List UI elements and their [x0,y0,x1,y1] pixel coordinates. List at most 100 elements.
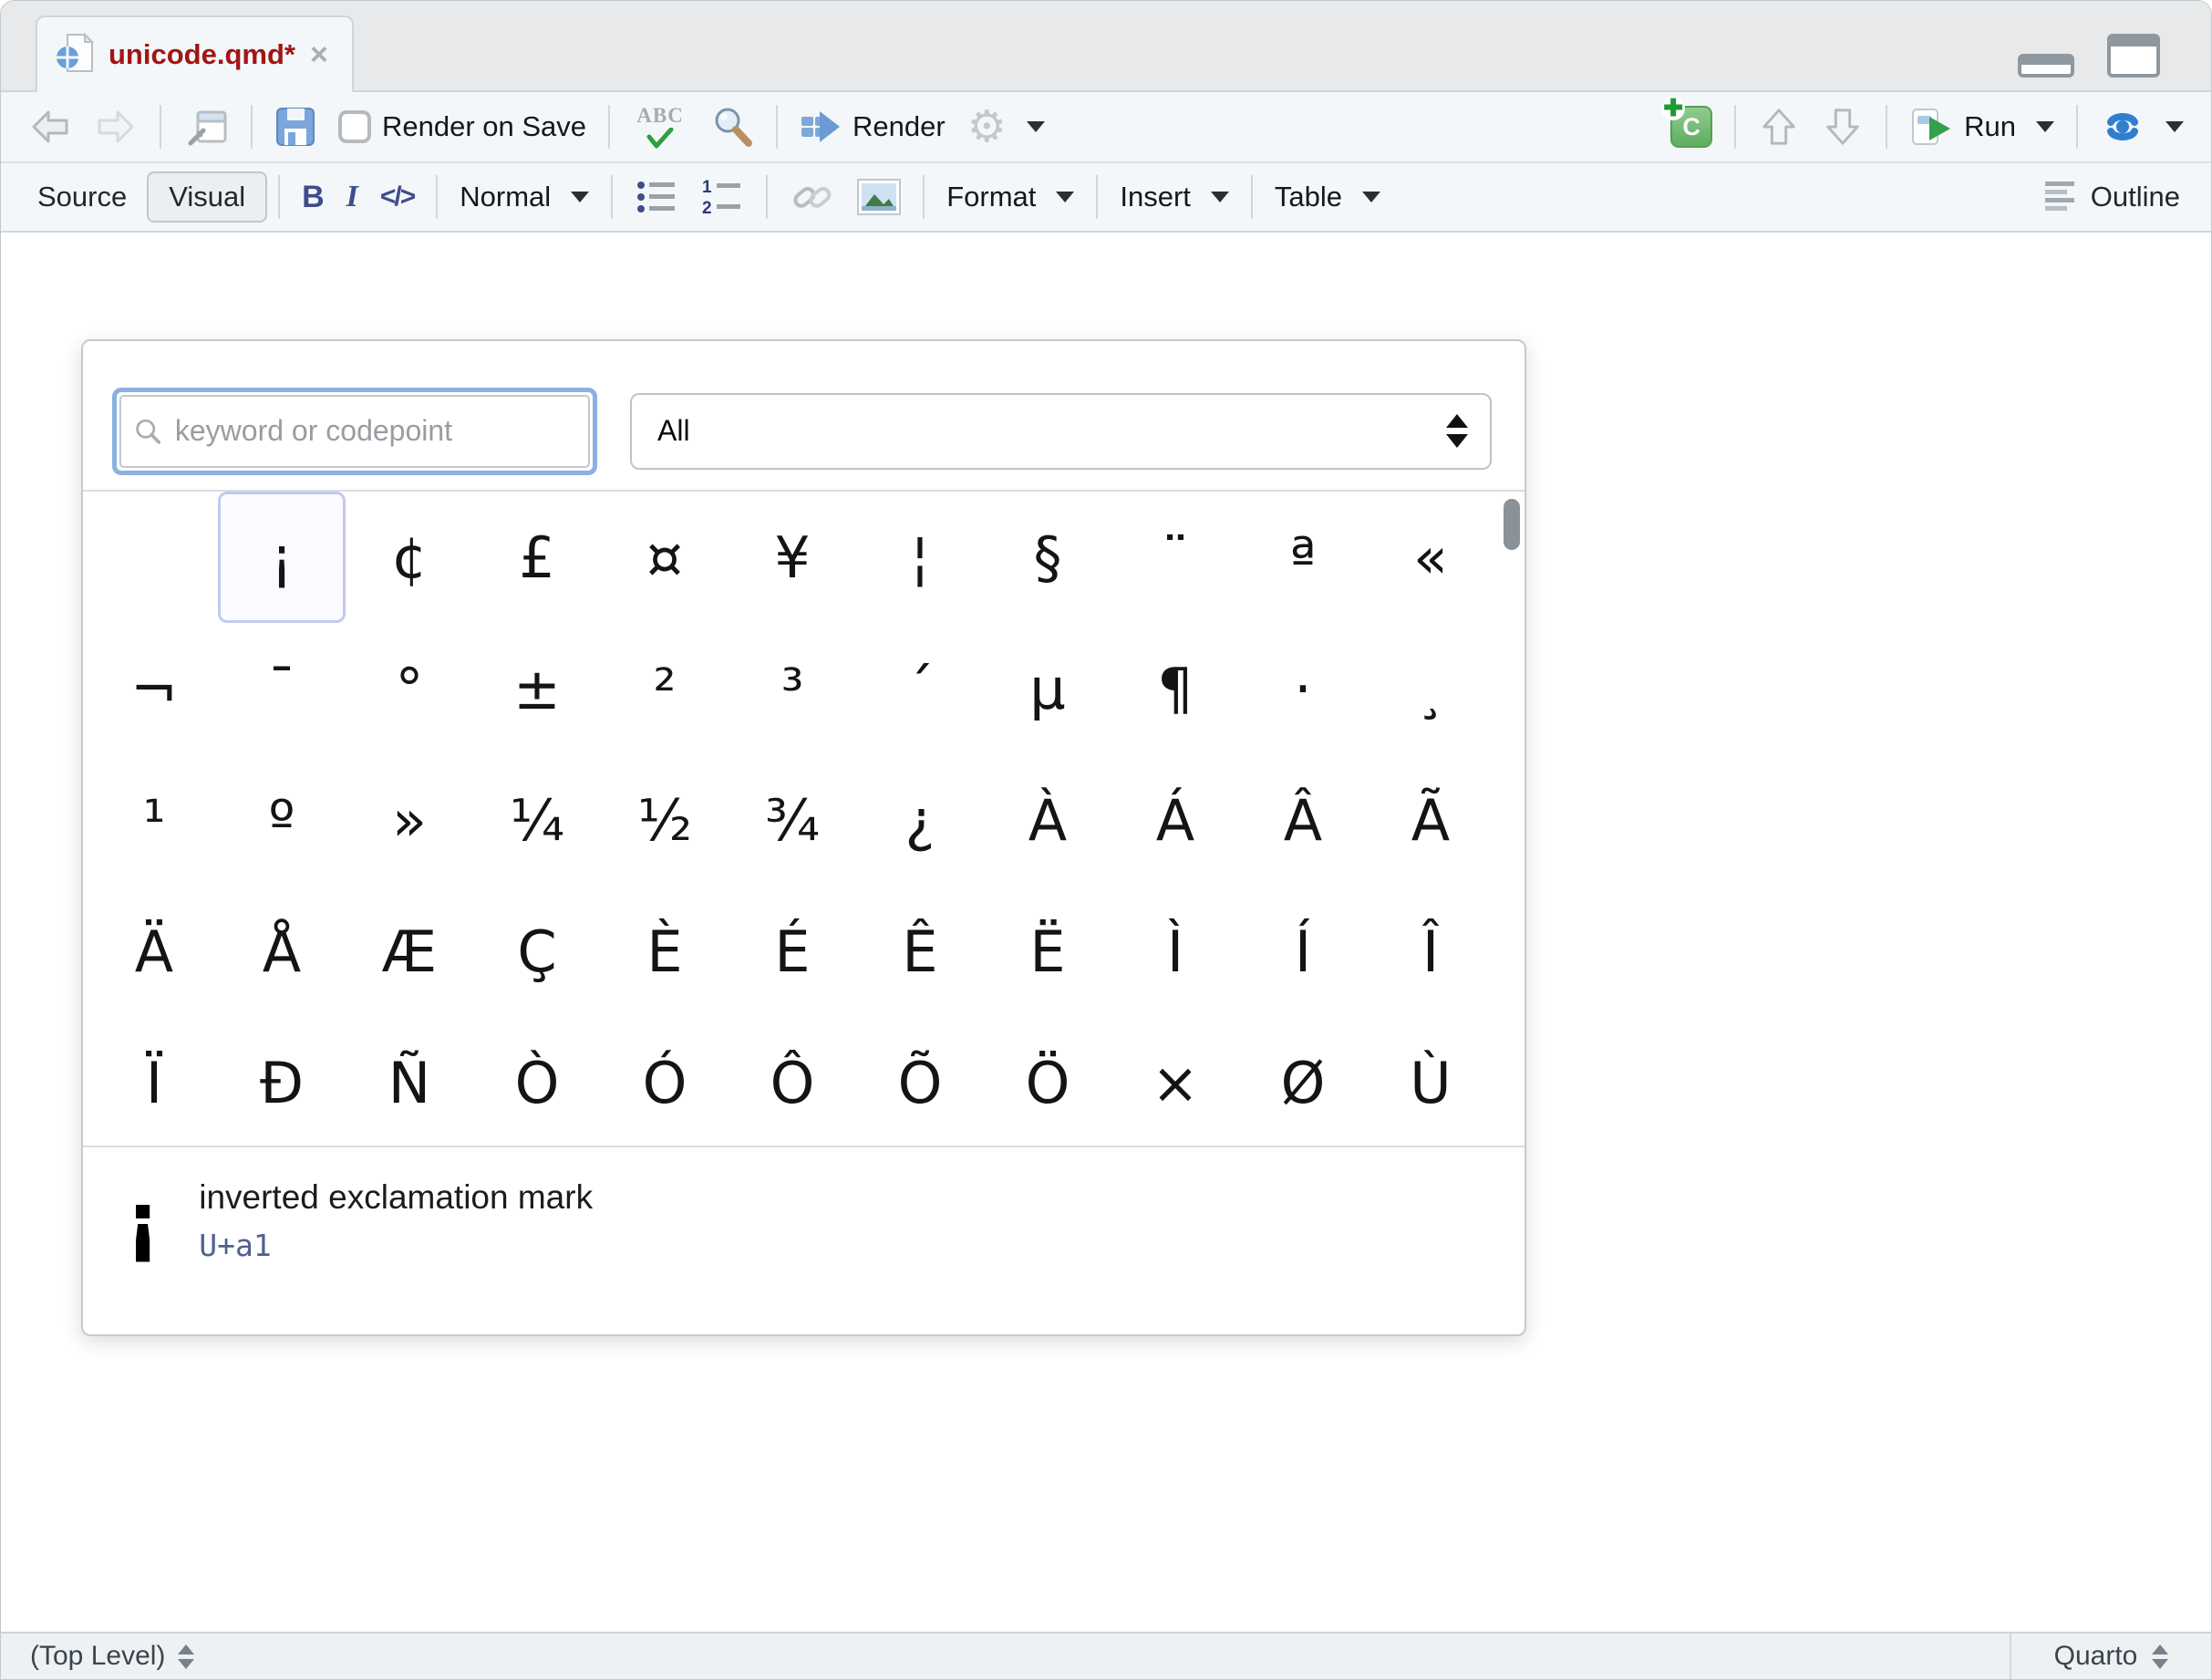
chevron-down-icon [2036,121,2054,132]
symbol-cell[interactable]: À [984,754,1111,886]
visual-editor-surface[interactable]: All ¡¢£¤¥¦§¨ª« ¬¯°±²³´µ¶·¸ ¹º»¼½¾¿ÀÁÂÃ ÄÅÆÇ… [1,233,2211,1632]
symbol-cell[interactable]: ³ [729,623,856,754]
symbol-cell[interactable]: ° [346,623,473,754]
symbol-cell[interactable]: Ï [90,1017,218,1147]
symbol-cell[interactable]: Ä [90,886,218,1017]
insert-image-button[interactable] [846,173,912,221]
minimize-pane-icon[interactable] [2018,54,2074,78]
symbol-cell[interactable]: · [1239,623,1367,754]
symbol-cell[interactable]: º [218,754,346,886]
symbol-cell[interactable]: Ã [1367,754,1494,886]
outline-toggle[interactable]: Outline [2040,181,2195,213]
render-on-save-toggle[interactable]: Render on Save [327,105,597,149]
open-in-new-window-button[interactable] [172,99,240,154]
outline-icon [2040,181,2080,213]
symbol-cell[interactable]: ½ [601,754,729,886]
symbol-cell[interactable]: ² [601,623,729,754]
symbol-cell[interactable]: Â [1239,754,1367,886]
bullet-list-button[interactable] [624,172,689,222]
symbol-cell[interactable]: Ó [601,1017,729,1147]
italic-button[interactable]: I [336,174,369,220]
symbol-search-input[interactable] [175,414,579,448]
code-button[interactable]: </> [369,176,425,218]
symbol-cell[interactable]: ¢ [346,492,473,623]
symbol-cell[interactable]: Õ [856,1017,984,1147]
previous-chunk-button[interactable] [1747,99,1811,154]
format-menu[interactable]: Format [935,175,1085,219]
pane-controls [2018,34,2160,78]
toolbar-separator [1251,175,1253,219]
numbered-list-button[interactable]: 1 2 [689,172,755,222]
next-chunk-button[interactable] [1811,99,1875,154]
symbol-cell[interactable]: Á [1111,754,1239,886]
toolbar-separator [923,175,925,219]
symbol-cell[interactable]: Ð [218,1017,346,1147]
back-button[interactable] [17,99,83,154]
render-options-button[interactable]: ⚙ [956,99,1056,154]
symbol-cell[interactable]: Ô [729,1017,856,1147]
symbol-cell[interactable]: Í [1239,886,1367,1017]
symbol-category-select[interactable]: All [630,393,1492,470]
document-format-selector[interactable]: Quarto [2011,1641,2211,1672]
symbol-cell[interactable]: ¶ [1111,623,1239,754]
symbol-cell[interactable]: ¹ [90,754,218,886]
symbol-cell[interactable]: » [346,754,473,886]
symbol-cell[interactable]: Ê [856,886,984,1017]
paragraph-style-dropdown[interactable]: Normal [449,175,600,219]
symbol-cell[interactable]: Ö [984,1017,1111,1147]
symbol-cell[interactable]: Å [218,886,346,1017]
insert-chunk-button[interactable]: C ✚ [1659,100,1723,153]
symbol-cell[interactable]: É [729,886,856,1017]
symbol-cell[interactable]: Î [1367,886,1494,1017]
symbol-cell[interactable]: Ù [1367,1017,1494,1147]
visual-mode-button[interactable]: Visual [147,171,267,223]
symbol-cell[interactable]: ¤ [601,492,729,623]
bold-button[interactable]: B [291,174,336,221]
symbol-cell[interactable]: ª [1239,492,1367,623]
symbol-cell[interactable]: ´ [856,623,984,754]
symbol-cell[interactable]: Ì [1111,886,1239,1017]
symbol-cell[interactable]: Ñ [346,1017,473,1147]
tab-unicode-qmd[interactable]: unicode.qmd* × [36,16,354,92]
save-button[interactable] [264,100,327,153]
run-button[interactable]: Run [1898,99,2065,154]
table-menu[interactable]: Table [1264,175,1391,219]
symbol-grid-scrollbar[interactable] [1504,499,1520,1137]
symbol-cell[interactable]: § [984,492,1111,623]
symbol-cell[interactable]: Ø [1239,1017,1367,1147]
rerun-button[interactable] [2089,99,2195,154]
render-on-save-checkbox[interactable] [338,110,371,143]
symbol-cell[interactable]: Ç [473,886,601,1017]
symbol-cell[interactable]: ¦ [856,492,984,623]
insert-link-button[interactable] [779,171,846,223]
scope-selector[interactable]: (Top Level) [1,1641,194,1672]
symbol-cell[interactable]: Ë [984,886,1111,1017]
symbol-cell[interactable]: ¾ [729,754,856,886]
symbol-cell[interactable]: ± [473,623,601,754]
symbol-cell[interactable]: È [601,886,729,1017]
symbol-cell[interactable]: ¡ [218,492,346,623]
symbol-cell[interactable]: ¯ [218,623,346,754]
render-button[interactable]: Render [789,100,956,153]
symbol-cell[interactable]: Æ [346,886,473,1017]
maximize-pane-icon[interactable] [2107,34,2160,78]
symbol-cell[interactable]: £ [473,492,601,623]
spellcheck-button[interactable]: ABC [621,99,699,155]
symbol-cell[interactable]: ¼ [473,754,601,886]
forward-button[interactable] [83,99,149,154]
symbol-cell[interactable]: ¿ [856,754,984,886]
tab-close-icon[interactable]: × [310,39,328,70]
symbol-cell[interactable]: ¸ [1367,623,1494,754]
symbol-cell[interactable]: × [1111,1017,1239,1147]
symbol-cell[interactable]: « [1367,492,1494,623]
symbol-cell[interactable]: Ò [473,1017,601,1147]
scrollbar-thumb[interactable] [1504,499,1520,550]
source-mode-button[interactable]: Source [17,173,147,221]
symbol-cell[interactable]: ¨ [1111,492,1239,623]
symbol-cell[interactable] [90,492,218,623]
symbol-cell[interactable]: µ [984,623,1111,754]
symbol-cell[interactable]: ¥ [729,492,856,623]
find-replace-button[interactable] [699,99,765,154]
symbol-cell[interactable]: ¬ [90,623,218,754]
insert-menu[interactable]: Insert [1109,175,1240,219]
